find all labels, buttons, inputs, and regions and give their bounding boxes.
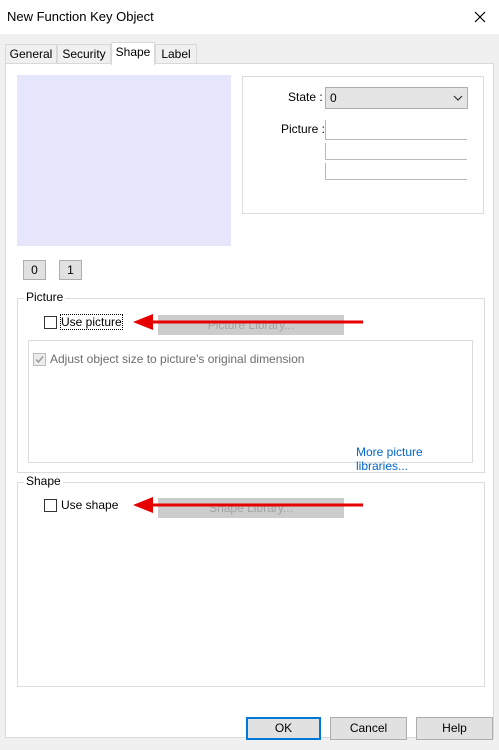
shape-group: Shape Use shape Shape Library... (17, 474, 485, 687)
shape-group-title: Shape (24, 474, 63, 488)
adjust-size-label: Adjust object size to picture's original… (50, 352, 305, 366)
title-bar: New Function Key Object (0, 0, 499, 34)
use-picture-checkbox[interactable]: Use picture (44, 314, 123, 330)
chevron-down-icon (453, 95, 463, 101)
state-value: 0 (330, 91, 337, 105)
shape-preview (17, 75, 231, 246)
use-picture-label[interactable]: Use picture (60, 314, 123, 330)
dialog-body: General Security Shape Label State : 0 P… (0, 34, 499, 750)
checkmark-icon (35, 355, 44, 363)
ok-button[interactable]: OK (246, 717, 321, 740)
window-title: New Function Key Object (7, 9, 154, 24)
adjust-size-checkbox[interactable]: Adjust object size to picture's original… (33, 352, 304, 366)
state-0-button[interactable]: 0 (23, 260, 46, 280)
use-shape-box[interactable] (44, 498, 57, 512)
red-arrow-picture-icon (133, 314, 363, 330)
picture-group-title: Picture (24, 290, 66, 304)
use-shape-label[interactable]: Use shape (61, 498, 118, 512)
state-label: State : (288, 90, 323, 104)
picture-options-box: Adjust object size to picture's original… (28, 340, 473, 473)
more-picture-libraries-link[interactable]: More picture libraries... (356, 445, 472, 473)
picture-group: Picture Use picture Picture Library... A… (17, 290, 485, 473)
help-button[interactable]: Help (416, 717, 493, 740)
tab-security[interactable]: Security (57, 44, 111, 64)
tab-shape[interactable]: Shape (111, 42, 155, 65)
state-1-button[interactable]: 1 (59, 260, 82, 280)
use-shape-checkbox[interactable]: Use shape (44, 498, 118, 512)
tab-general[interactable]: General (5, 44, 57, 64)
picture-field-2[interactable] (325, 143, 467, 160)
close-icon (474, 11, 486, 23)
picture-field-1[interactable] (325, 120, 467, 140)
picture-field-3[interactable] (325, 163, 467, 180)
use-picture-box[interactable] (44, 315, 57, 329)
tab-label[interactable]: Label (155, 44, 197, 64)
state-select[interactable]: 0 (325, 87, 468, 109)
state-panel: State : 0 Picture : (242, 76, 484, 214)
picture-label: Picture : (281, 122, 326, 136)
adjust-size-box[interactable] (33, 352, 46, 366)
red-arrow-shape-icon (133, 497, 363, 513)
close-button[interactable] (461, 0, 499, 34)
shape-tab-panel: State : 0 Picture : 0 1 Picture Use pict… (5, 63, 494, 738)
cancel-button[interactable]: Cancel (330, 717, 407, 740)
